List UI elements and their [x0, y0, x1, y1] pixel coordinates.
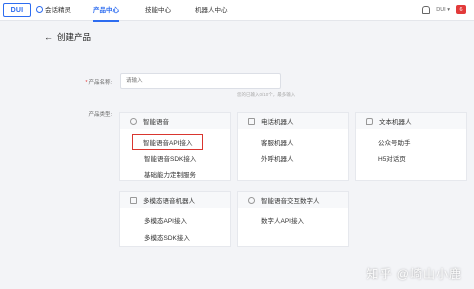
- card-smart-voice: 智能语音 智能语音API接入 智能语音SDK接入 基础能力定制服务: [119, 112, 231, 181]
- chat-icon: [366, 117, 373, 125]
- nav-skill-center[interactable]: 技能中心: [145, 0, 171, 21]
- product-name-label: *产品名称:: [52, 78, 112, 86]
- card-phone-robot: 电话机器人 客服机器人 外呼机器人: [237, 112, 349, 181]
- card-multimodal-robot-title: 多模态语音机器人: [143, 198, 195, 205]
- brand-icon: [36, 5, 43, 13]
- product-name-label-text: 产品名称:: [88, 80, 112, 86]
- phone-icon: [248, 117, 255, 125]
- nav-product-center-label: 产品中心: [93, 7, 119, 14]
- option-service-robot[interactable]: 客服机器人: [261, 137, 294, 147]
- option-official-account[interactable]: 公众号助手: [378, 137, 411, 147]
- device-icon: [130, 196, 137, 204]
- option-custom-service[interactable]: 基础能力定制服务: [144, 169, 196, 179]
- logo-mark: DUI: [3, 3, 31, 17]
- brand-label: 会话精灵: [45, 7, 71, 14]
- notification-badge[interactable]: 6: [456, 5, 466, 14]
- card-text-robot-title: 文本机器人: [379, 119, 412, 126]
- option-digital-human-api[interactable]: 数字人API接入: [261, 215, 304, 225]
- nav-robot-center-label: 机器人中心: [195, 7, 228, 14]
- card-phone-robot-title: 电话机器人: [261, 119, 294, 126]
- card-text-robot-header: 文本机器人: [356, 113, 466, 129]
- account-menu[interactable]: DUI ▾: [436, 7, 450, 13]
- card-digital-human-header: 智能语音交互数字人: [238, 192, 348, 208]
- watermark: 知乎 @崎山小鹿: [366, 267, 462, 281]
- product-name-input[interactable]: [120, 73, 281, 89]
- bell-icon[interactable]: [422, 5, 431, 14]
- option-smart-voice-api[interactable]: 智能语音API接入: [132, 134, 204, 150]
- option-multimodal-sdk[interactable]: 多模态SDK接入: [144, 232, 190, 242]
- card-digital-human-title: 智能语音交互数字人: [261, 198, 320, 205]
- nav-robot-center[interactable]: 机器人中心: [195, 0, 228, 21]
- product-type-label: 产品类型:: [88, 112, 112, 118]
- card-multimodal-robot-header: 多模态语音机器人: [120, 192, 230, 208]
- card-text-robot: 文本机器人 公众号助手 H5对话页: [355, 112, 467, 181]
- page-title: 创建产品: [57, 32, 92, 42]
- card-multimodal-robot: 多模态语音机器人 多模态API接入 多模态SDK接入: [119, 191, 231, 247]
- option-smart-voice-sdk[interactable]: 智能语音SDK接入: [144, 153, 196, 163]
- option-outbound-robot[interactable]: 外呼机器人: [261, 153, 294, 163]
- person-icon: [248, 196, 255, 204]
- nav-product-center[interactable]: 产品中心: [93, 0, 119, 22]
- card-digital-human: 智能语音交互数字人 数字人API接入: [237, 191, 349, 247]
- logo[interactable]: DUI: [3, 3, 31, 17]
- globe-icon: [130, 117, 137, 125]
- option-h5-dialog[interactable]: H5对话页: [378, 153, 406, 163]
- back-arrow-icon[interactable]: ←: [44, 32, 53, 42]
- top-nav-bar: DUI 会话精灵 产品中心 技能中心 机器人中心 DUI ▾ 6: [0, 0, 474, 22]
- option-smart-voice-api-label: 智能语音API接入: [143, 140, 193, 147]
- card-phone-robot-header: 电话机器人: [238, 113, 348, 129]
- nav-active-indicator: [93, 20, 119, 22]
- nav-skill-center-label: 技能中心: [145, 7, 171, 14]
- page-header: ← 创建产品: [44, 31, 91, 43]
- brand[interactable]: 会话精灵: [36, 4, 71, 14]
- product-name-hint: 您的已输入0/10个，最多输入: [237, 92, 296, 97]
- card-smart-voice-title: 智能语音: [143, 119, 169, 126]
- card-smart-voice-header: 智能语音: [120, 113, 230, 129]
- option-multimodal-api[interactable]: 多模态API接入: [144, 215, 187, 225]
